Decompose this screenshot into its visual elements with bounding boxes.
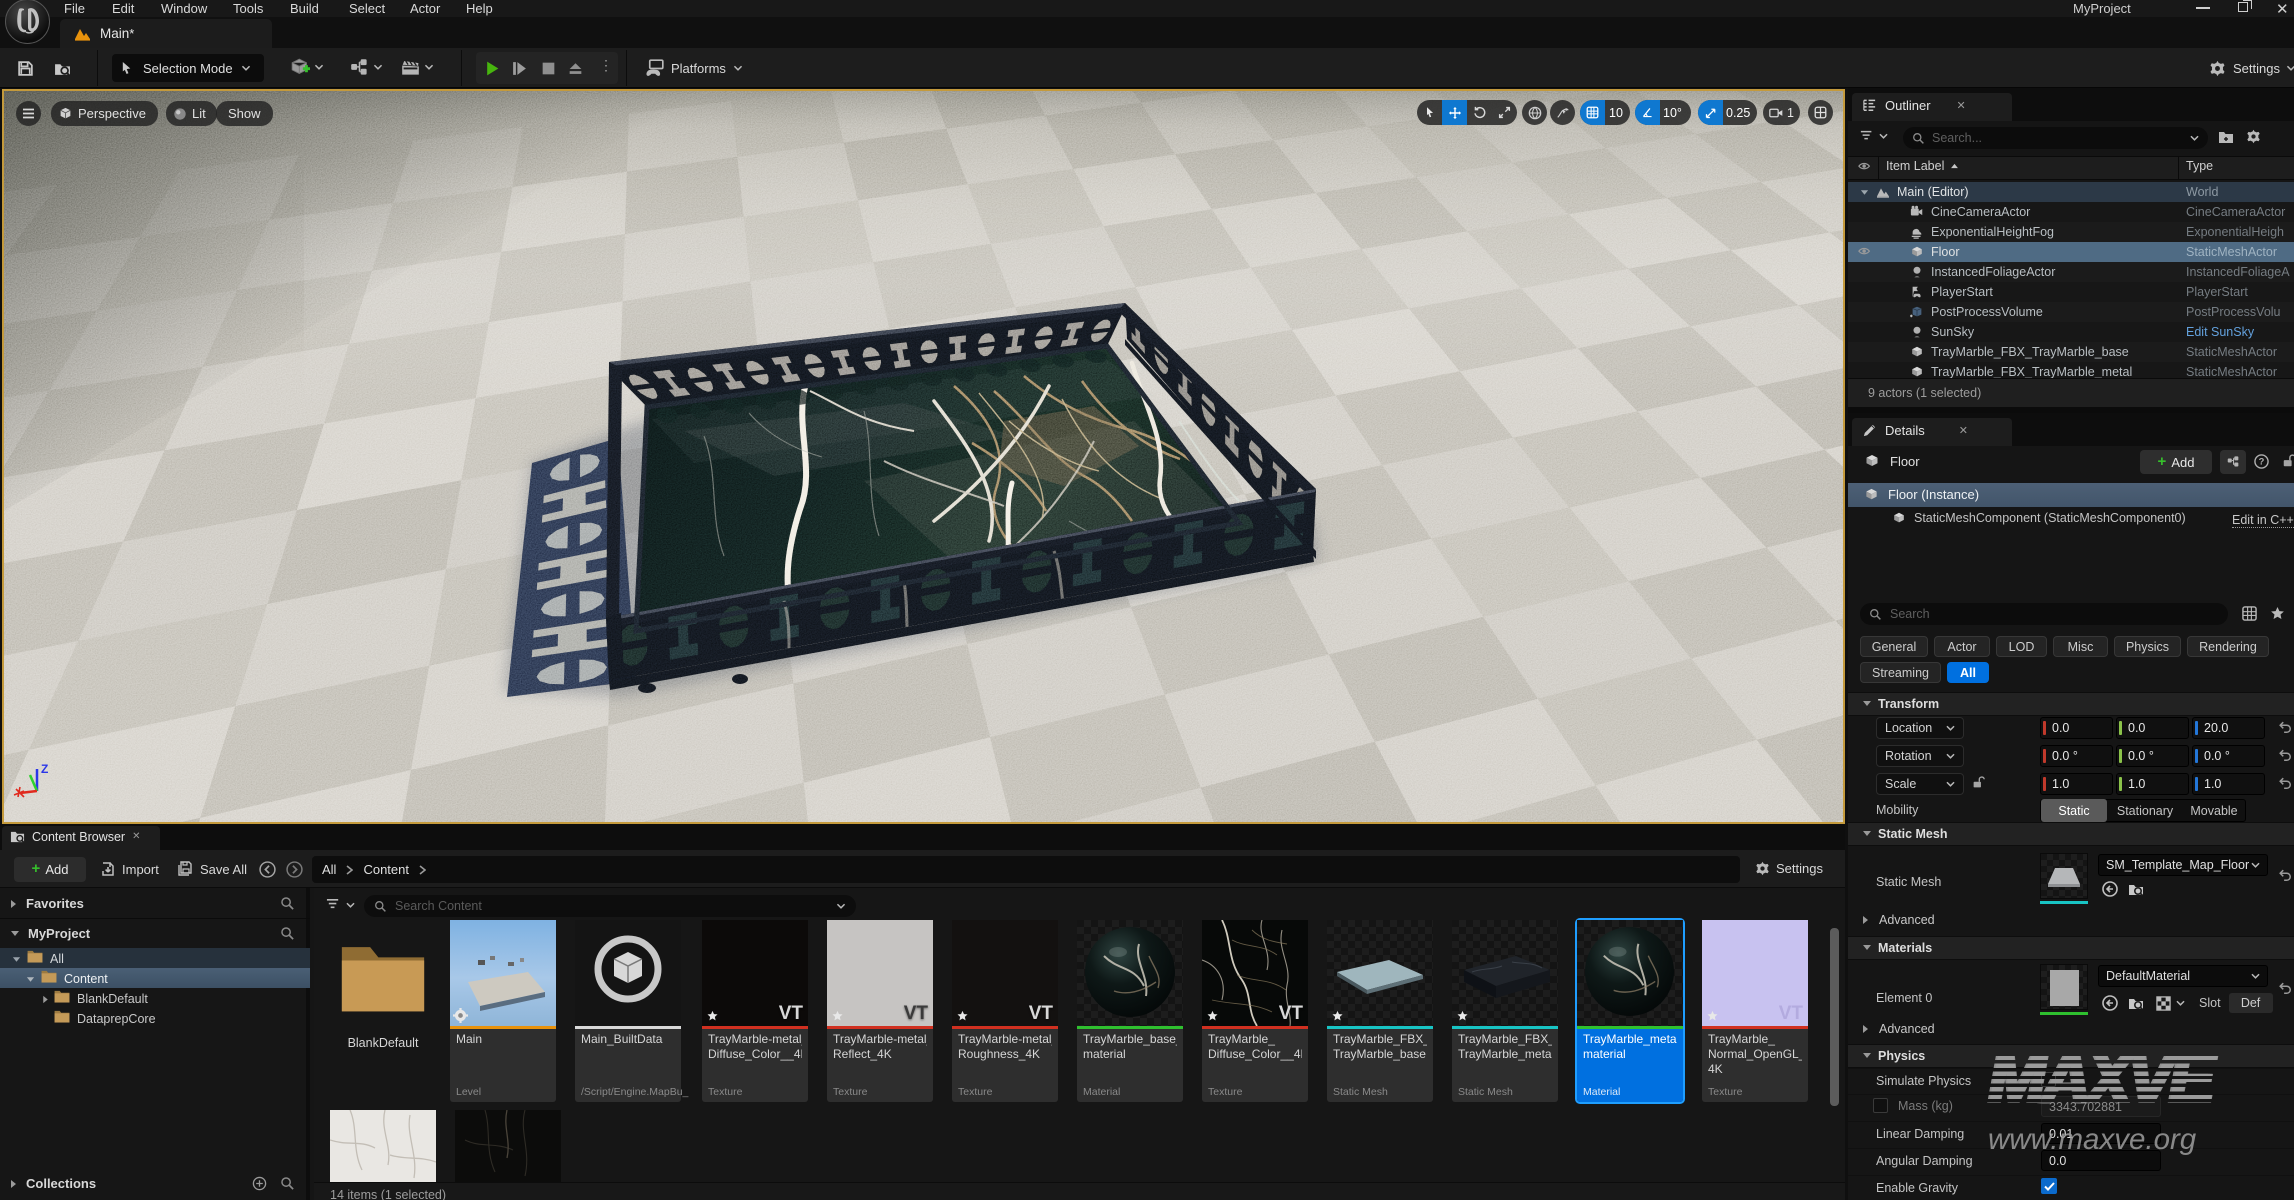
svg-text:?: ? — [2259, 457, 2265, 467]
svg-text:Z: Z — [41, 762, 48, 776]
